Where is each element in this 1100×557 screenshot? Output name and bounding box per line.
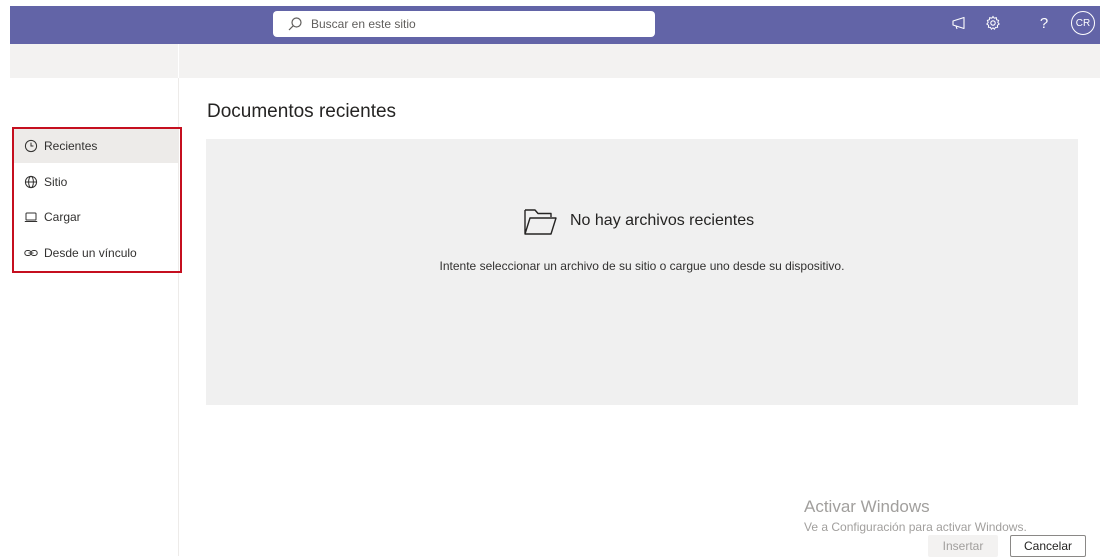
empty-state-description: Intente seleccionar un archivo de su sit… (439, 259, 845, 273)
help-icon[interactable]: ? (1034, 13, 1054, 33)
avatar-initials: CR (1075, 17, 1091, 29)
search-input[interactable] (311, 17, 631, 31)
folder-icon (524, 209, 557, 235)
top-bar: ? CR (0, 0, 1100, 44)
search-icon (288, 17, 302, 31)
help-glyph: ? (1039, 14, 1049, 32)
nav-highlight-box (12, 127, 182, 273)
search-box[interactable] (273, 11, 655, 37)
settings-icon[interactable] (983, 13, 1003, 33)
megaphone-icon[interactable] (949, 13, 969, 33)
empty-state-header: No hay archivos recientes (522, 205, 754, 237)
insert-button[interactable]: Insertar (928, 535, 998, 557)
activation-watermark-subtitle: Ve a Configuración para activar Windows. (804, 520, 1027, 534)
avatar[interactable]: CR (1071, 11, 1095, 35)
activation-watermark-title: Activar Windows (804, 497, 930, 516)
empty-state-title: No hay archivos recientes (570, 212, 755, 229)
page-title: Documentos recientes (207, 101, 397, 122)
sub-header-divider (178, 44, 179, 78)
sub-header (10, 44, 1100, 78)
cancel-button[interactable]: Cancelar (1010, 535, 1086, 557)
